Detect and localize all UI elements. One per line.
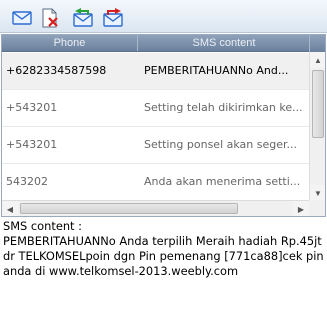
sms-rows: +6282334587598 PEMBERITAHUANNo And... +543… <box>2 53 309 200</box>
scroll-left-arrow-icon[interactable]: ◀ <box>2 201 18 216</box>
table-row[interactable]: +6282334587598 PEMBERITAHUANNo And... <box>2 53 309 90</box>
sms-detail-panel: SMS content : PEMBERITAHUANNo Anda terpi… <box>3 219 325 324</box>
scroll-down-arrow-icon[interactable]: ▼ <box>310 185 325 201</box>
row-phone: +543201 <box>6 138 58 151</box>
reply-sms-button[interactable] <box>72 8 94 28</box>
sms-detail-text: PEMBERITAHUANNo Anda terpilih Meraih had… <box>3 234 327 278</box>
sms-list-grid[interactable]: Phone SMS content +6282334587598 PEMBERIT… <box>1 34 326 217</box>
reply-envelope-icon <box>73 8 93 27</box>
compose-sms-button[interactable] <box>11 8 33 28</box>
delete-sms-button[interactable] <box>39 8 61 28</box>
grid-header: Phone SMS content <box>2 35 309 52</box>
envelope-icon <box>12 11 32 25</box>
vertical-scrollbar[interactable]: ▲ ▼ <box>309 52 325 201</box>
row-sms-content: Setting ponsel akan seger... <box>144 138 297 151</box>
vertical-scroll-thumb[interactable] <box>312 70 324 138</box>
delete-document-icon <box>42 8 58 28</box>
horizontal-scroll-thumb[interactable] <box>20 203 238 214</box>
row-sms-content: PEMBERITAHUANNo And... <box>144 64 289 77</box>
header-corner <box>309 35 325 52</box>
row-phone: 543202 <box>6 175 48 188</box>
table-row[interactable]: +543201 Setting telah dikirimkan ke... <box>2 90 309 127</box>
row-phone: +543201 <box>6 101 58 114</box>
scroll-right-arrow-icon[interactable]: ▶ <box>293 201 309 216</box>
table-row[interactable]: 543202 Anda akan menerima setti... <box>2 164 309 200</box>
toolbar <box>0 0 327 33</box>
column-header-sms-content[interactable]: SMS content <box>139 35 309 51</box>
scrollbar-corner <box>309 200 325 216</box>
forward-sms-button[interactable] <box>102 8 124 28</box>
column-header-phone[interactable]: Phone <box>2 35 138 51</box>
horizontal-scrollbar[interactable]: ◀ ▶ <box>2 200 309 216</box>
row-sms-content: Setting telah dikirimkan ke... <box>144 101 303 114</box>
forward-envelope-icon <box>103 8 123 27</box>
sms-detail-label: SMS content : <box>3 219 82 233</box>
table-row[interactable]: +543201 Setting ponsel akan seger... <box>2 127 309 164</box>
row-phone: +6282334587598 <box>6 64 107 77</box>
row-sms-content: Anda akan menerima setti... <box>144 175 301 188</box>
scroll-up-arrow-icon[interactable]: ▲ <box>310 52 325 68</box>
